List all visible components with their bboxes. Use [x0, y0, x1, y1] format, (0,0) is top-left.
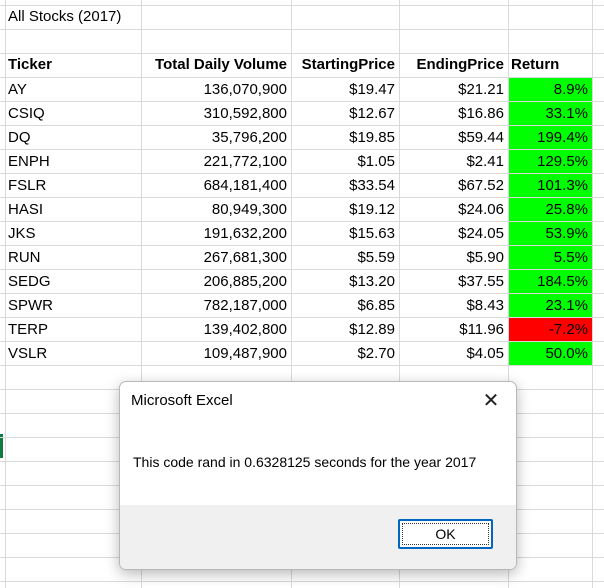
cell-ending-price[interactable]: $4.05 — [399, 342, 508, 365]
cell-volume[interactable]: 191,632,200 — [141, 222, 291, 245]
grid-row-line — [0, 5, 604, 6]
cell-return[interactable]: 25.8% — [509, 198, 592, 221]
grid-column-line — [592, 0, 593, 588]
grid-row-line — [0, 581, 604, 582]
cell-volume[interactable]: 782,187,000 — [141, 294, 291, 317]
cell-volume[interactable]: 35,796,200 — [141, 126, 291, 149]
cell-starting-price[interactable]: $5.59 — [291, 246, 399, 269]
cell-ending-price[interactable]: $24.05 — [399, 222, 508, 245]
cell-volume[interactable]: 139,402,800 — [141, 318, 291, 341]
cell-starting-price[interactable]: $19.47 — [291, 78, 399, 101]
cell-return[interactable]: 184.5% — [509, 270, 592, 293]
cell-ending-price[interactable]: $21.21 — [399, 78, 508, 101]
cell-volume[interactable]: 109,487,900 — [141, 342, 291, 365]
cell-return[interactable]: 8.9% — [509, 78, 592, 101]
header-return[interactable]: Return — [508, 53, 592, 77]
cell-starting-price[interactable]: $1.05 — [291, 150, 399, 173]
cell-ending-price[interactable]: $59.44 — [399, 126, 508, 149]
cell-starting-price[interactable]: $19.12 — [291, 198, 399, 221]
cell-ticker[interactable]: RUN — [5, 246, 141, 269]
cell-return[interactable]: 199.4% — [509, 126, 592, 149]
cell-ticker[interactable]: JKS — [5, 222, 141, 245]
cell-starting-price[interactable]: $2.70 — [291, 342, 399, 365]
cell-return[interactable]: 50.0% — [509, 342, 592, 365]
cell-return[interactable]: 129.5% — [509, 150, 592, 173]
cell-ending-price[interactable]: $16.86 — [399, 102, 508, 125]
cell-return[interactable]: 5.5% — [509, 246, 592, 269]
dialog-message: This code rand in 0.6328125 seconds for … — [133, 454, 477, 470]
dialog-footer: OK — [120, 505, 516, 569]
cell-volume[interactable]: 80,949,300 — [141, 198, 291, 221]
cell-ending-price[interactable]: $2.41 — [399, 150, 508, 173]
cell-ticker[interactable]: SEDG — [5, 270, 141, 293]
cell-ticker[interactable]: HASI — [5, 198, 141, 221]
cell-volume[interactable]: 310,592,800 — [141, 102, 291, 125]
cell-return[interactable]: 23.1% — [509, 294, 592, 317]
header-starting-price[interactable]: StartingPrice — [291, 53, 399, 77]
cell-ticker[interactable]: TERP — [5, 318, 141, 341]
cell-ending-price[interactable]: $24.06 — [399, 198, 508, 221]
cell-return[interactable]: 53.9% — [509, 222, 592, 245]
cell-ticker[interactable]: SPWR — [5, 294, 141, 317]
cell-ending-price[interactable]: $37.55 — [399, 270, 508, 293]
cell-ticker[interactable]: DQ — [5, 126, 141, 149]
grid-row-line — [0, 29, 604, 30]
cell-ticker[interactable]: CSIQ — [5, 102, 141, 125]
cell-return[interactable]: 33.1% — [509, 102, 592, 125]
cell-starting-price[interactable]: $13.20 — [291, 270, 399, 293]
grid-row-line — [0, 365, 604, 366]
cell-volume[interactable]: 267,681,300 — [141, 246, 291, 269]
cell-volume[interactable]: 206,885,200 — [141, 270, 291, 293]
cell-starting-price[interactable]: $6.85 — [291, 294, 399, 317]
cell-starting-price[interactable]: $19.85 — [291, 126, 399, 149]
cell-ending-price[interactable]: $8.43 — [399, 294, 508, 317]
message-dialog: Microsoft Excel ✕ This code rand in 0.63… — [119, 381, 517, 570]
cell-starting-price[interactable]: $12.89 — [291, 318, 399, 341]
dialog-title: Microsoft Excel — [131, 392, 233, 409]
header-ticker[interactable]: Ticker — [5, 53, 141, 77]
close-icon[interactable]: ✕ — [479, 389, 503, 413]
cell-ending-price[interactable]: $11.96 — [399, 318, 508, 341]
sheet-title-cell[interactable]: All Stocks (2017) — [5, 5, 205, 29]
cell-ending-price[interactable]: $67.52 — [399, 174, 508, 197]
cell-volume[interactable]: 684,181,400 — [141, 174, 291, 197]
cell-return[interactable]: 101.3% — [509, 174, 592, 197]
cell-ticker[interactable]: AY — [5, 78, 141, 101]
cell-ticker[interactable]: FSLR — [5, 174, 141, 197]
cell-starting-price[interactable]: $12.67 — [291, 102, 399, 125]
header-total-daily-volume[interactable]: Total Daily Volume — [141, 53, 291, 77]
cell-ticker[interactable]: ENPH — [5, 150, 141, 173]
cell-volume[interactable]: 221,772,100 — [141, 150, 291, 173]
ok-button[interactable]: OK — [398, 519, 493, 549]
cell-ticker[interactable]: VSLR — [5, 342, 141, 365]
cell-starting-price[interactable]: $33.54 — [291, 174, 399, 197]
cell-ending-price[interactable]: $5.90 — [399, 246, 508, 269]
header-ending-price[interactable]: EndingPrice — [399, 53, 508, 77]
cell-return[interactable]: -7.2% — [509, 318, 592, 341]
cell-starting-price[interactable]: $15.63 — [291, 222, 399, 245]
cell-volume[interactable]: 136,070,900 — [141, 78, 291, 101]
